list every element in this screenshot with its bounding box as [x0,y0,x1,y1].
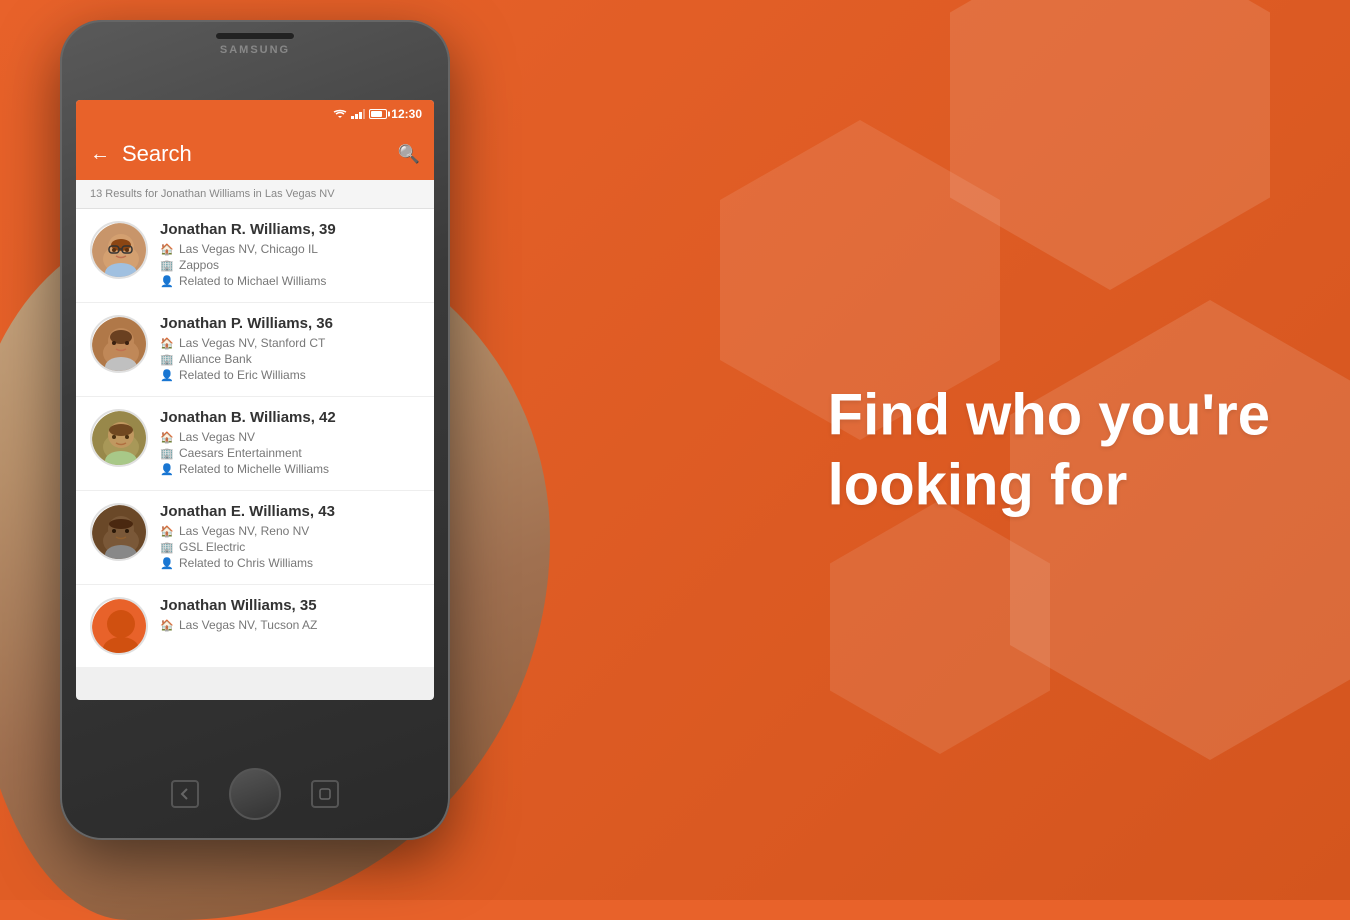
person-name: Jonathan Williams, 35 [160,597,420,614]
person-info: Jonathan B. Williams, 42 🏠 Las Vegas NV … [160,409,420,478]
list-item[interactable]: Jonathan Williams, 35 🏠 Las Vegas NV, Tu… [76,585,434,667]
employer-text: Caesars Entertainment [179,446,302,460]
work-icon: 🏢 [160,541,174,554]
person-location: 🏠 Las Vegas NV [160,430,420,444]
phone-screen: 12:30 ← Search 🔍 13 Results for Jonathan… [76,100,434,700]
avatar-image-5 [92,599,148,655]
person-name: Jonathan E. Williams, 43 [160,503,420,520]
back-button[interactable]: ← [90,144,110,164]
tagline-line1: Find who you're [828,382,1270,447]
related-text: Related to Michelle Williams [179,462,329,476]
person-info: Jonathan E. Williams, 43 🏠 Las Vegas NV,… [160,503,420,572]
people-icon: 👤 [160,463,174,476]
nav-recent-icon [318,787,332,801]
phone-frame: SAMSUNG [60,20,450,840]
tagline-line2: looking for [828,452,1128,517]
avatar [90,221,148,279]
related-text: Related to Chris Williams [179,556,313,570]
samsung-brand: SAMSUNG [155,44,355,56]
employer-text: GSL Electric [179,540,245,554]
list-item[interactable]: Jonathan B. Williams, 42 🏠 Las Vegas NV … [76,397,434,491]
person-employer: 🏢 Caesars Entertainment [160,446,420,460]
person-info: Jonathan Williams, 35 🏠 Las Vegas NV, Tu… [160,597,420,634]
home-icon: 🏠 [160,337,174,350]
work-icon: 🏢 [160,447,174,460]
list-item[interactable]: Jonathan R. Williams, 39 🏠 Las Vegas NV,… [76,209,434,303]
employer-text: Zappos [179,258,219,272]
nav-recent-button[interactable] [311,780,339,808]
person-location: 🏠 Las Vegas NV, Reno NV [160,524,420,538]
screen-title: Search [122,141,386,167]
people-icon: 👤 [160,369,174,382]
location-text: Las Vegas NV [179,430,255,444]
avatar [90,503,148,561]
person-employer: 🏢 Zappos [160,258,420,272]
person-info: Jonathan P. Williams, 36 🏠 Las Vegas NV,… [160,315,420,384]
person-list: Jonathan R. Williams, 39 🏠 Las Vegas NV,… [76,209,434,667]
location-text: Las Vegas NV, Tucson AZ [179,618,317,632]
nav-back-button[interactable] [171,780,199,808]
people-icon: 👤 [160,275,174,288]
person-employer: 🏢 Alliance Bank [160,352,420,366]
status-bar: 12:30 [76,100,434,128]
home-icon: 🏠 [160,525,174,538]
person-name: Jonathan B. Williams, 42 [160,409,420,426]
wifi-icon [333,109,347,119]
person-related: 👤 Related to Michael Williams [160,274,420,288]
person-related: 👤 Related to Eric Williams [160,368,420,382]
home-icon: 🏠 [160,619,174,632]
results-count: 13 Results for Jonathan Williams in Las … [76,180,434,209]
location-text: Las Vegas NV, Chicago IL [179,242,318,256]
phone-wrapper: SAMSUNG [0,0,620,900]
speaker-grill [215,32,295,40]
avatar-image-1 [92,223,148,279]
app-header: ← Search 🔍 [76,128,434,180]
person-location: 🏠 Las Vegas NV, Stanford CT [160,336,420,350]
avatar-image-4 [92,505,148,561]
avatar-image-3 [92,411,148,467]
nav-back-icon [178,787,192,801]
list-item[interactable]: Jonathan E. Williams, 43 🏠 Las Vegas NV,… [76,491,434,585]
home-icon: 🏠 [160,243,174,256]
battery-icon [369,109,387,119]
person-name: Jonathan P. Williams, 36 [160,315,420,332]
location-text: Las Vegas NV, Reno NV [179,524,309,538]
tagline: Find who you're looking for [828,380,1270,519]
person-related: 👤 Related to Michelle Williams [160,462,420,476]
status-icons: 12:30 [333,107,422,121]
avatar-image-2 [92,317,148,373]
phone-top: SAMSUNG [155,32,355,56]
person-info: Jonathan R. Williams, 39 🏠 Las Vegas NV,… [160,221,420,290]
person-location: 🏠 Las Vegas NV, Tucson AZ [160,618,420,632]
person-related: 👤 Related to Chris Williams [160,556,420,570]
person-location: 🏠 Las Vegas NV, Chicago IL [160,242,420,256]
hex-decoration-3 [1010,300,1350,760]
phone-bottom-nav [171,768,339,820]
work-icon: 🏢 [160,259,174,272]
home-icon: 🏠 [160,431,174,444]
related-text: Related to Eric Williams [179,368,306,382]
status-time: 12:30 [391,107,422,121]
search-icon[interactable]: 🔍 [398,144,420,165]
avatar [90,315,148,373]
location-text: Las Vegas NV, Stanford CT [179,336,325,350]
work-icon: 🏢 [160,353,174,366]
nav-home-button[interactable] [229,768,281,820]
list-item[interactable]: Jonathan P. Williams, 36 🏠 Las Vegas NV,… [76,303,434,397]
signal-icon [351,109,365,119]
related-text: Related to Michael Williams [179,274,326,288]
avatar [90,409,148,467]
person-employer: 🏢 GSL Electric [160,540,420,554]
avatar [90,597,148,655]
employer-text: Alliance Bank [179,352,252,366]
person-name: Jonathan R. Williams, 39 [160,221,420,238]
people-icon: 👤 [160,557,174,570]
